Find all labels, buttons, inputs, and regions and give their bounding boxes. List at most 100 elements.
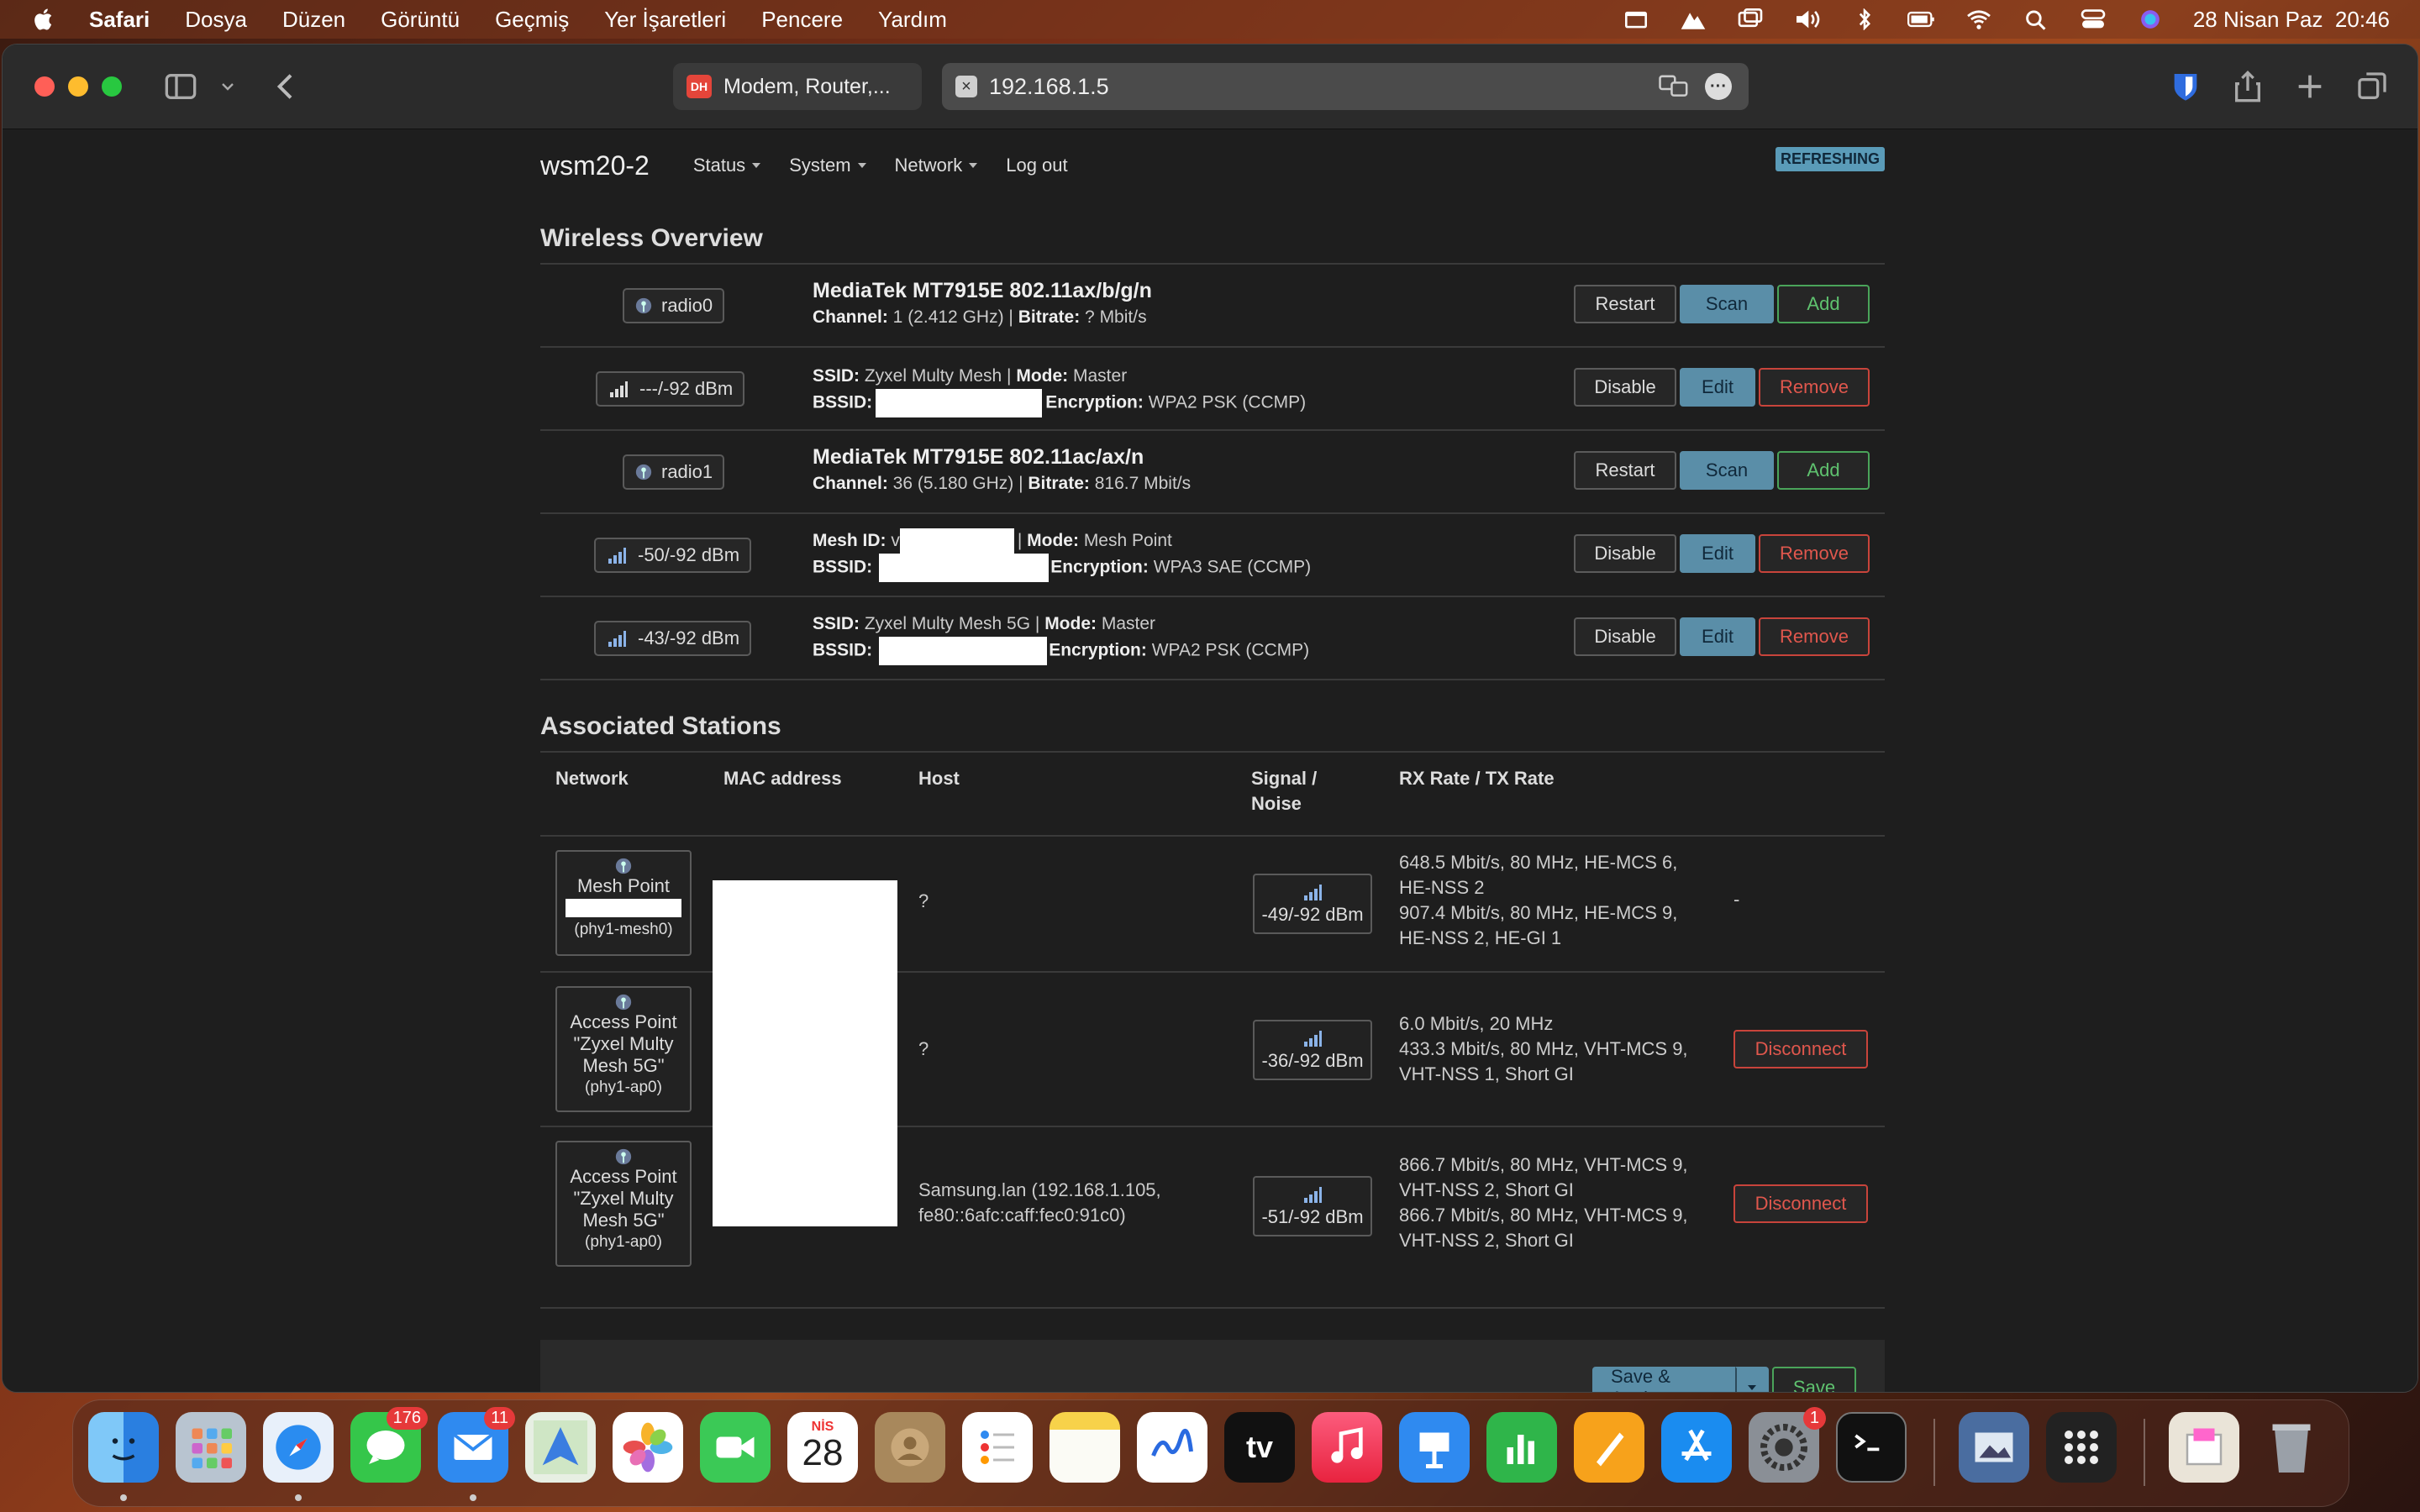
system-settings-icon[interactable]: 1: [1749, 1407, 1826, 1483]
numbers-icon[interactable]: [1486, 1412, 1557, 1483]
menu-help[interactable]: Yardım: [878, 7, 947, 33]
nav-logout[interactable]: Log out: [1006, 155, 1067, 176]
tab-active-address-bar[interactable]: × 192.168.1.5 ···: [942, 63, 1749, 110]
facetime-icon[interactable]: [700, 1412, 771, 1483]
volume-icon[interactable]: [1793, 8, 1822, 30]
translate-icon[interactable]: [1658, 73, 1690, 100]
fullscreen-window-button[interactable]: [102, 76, 122, 97]
remove-button[interactable]: Remove: [1759, 534, 1870, 573]
battery-icon[interactable]: [1907, 8, 1936, 30]
bluetooth-icon[interactable]: [1850, 8, 1879, 31]
wireless-row-radio1: radio1 MediaTek MT7915E 802.11ac/ax/n Ch…: [540, 431, 1885, 514]
edit-button[interactable]: Edit: [1680, 368, 1755, 407]
url-text[interactable]: 192.168.1.5: [989, 74, 1109, 100]
back-button-icon[interactable]: [270, 70, 303, 103]
wifi-icon[interactable]: [1965, 8, 1993, 30]
contacts-icon[interactable]: [875, 1412, 945, 1483]
preview-icon[interactable]: [1959, 1412, 2029, 1483]
signal-bars-icon: [1304, 1187, 1322, 1203]
more-options-icon[interactable]: ···: [1705, 73, 1732, 100]
add-button[interactable]: Add: [1777, 451, 1870, 490]
menu-history[interactable]: Geçmiş: [495, 7, 569, 33]
bitwarden-shield-icon[interactable]: [2169, 70, 2202, 103]
redacted-mesh-name: [566, 899, 681, 917]
signal-bars-icon: [1304, 1031, 1322, 1047]
running-indicator: [120, 1494, 127, 1501]
edit-button[interactable]: Edit: [1680, 534, 1755, 573]
menu-window[interactable]: Pencere: [761, 7, 843, 33]
freeform-icon[interactable]: [1137, 1412, 1207, 1483]
menubar-clock[interactable]: 28 Nisan Paz 20:46: [2193, 7, 2390, 33]
network-iface: (phy1-mesh0): [574, 921, 673, 938]
sidebar-toggle-icon[interactable]: [164, 70, 197, 103]
add-button[interactable]: Add: [1777, 285, 1870, 323]
save-apply-button[interactable]: Save & Apply: [1592, 1366, 1735, 1392]
messages-icon[interactable]: 176: [350, 1407, 428, 1483]
apple-tv-icon[interactable]: tv: [1224, 1412, 1295, 1483]
control-center-icon[interactable]: [2079, 8, 2107, 30]
scan-button[interactable]: Scan: [1680, 285, 1774, 323]
photos-icon[interactable]: [613, 1412, 683, 1483]
device-hostname[interactable]: wsm20-2: [540, 150, 650, 181]
save-apply-dropdown-button[interactable]: [1735, 1367, 1769, 1392]
edit-button[interactable]: Edit: [1680, 617, 1755, 656]
screen-mirroring-icon[interactable]: [1736, 8, 1765, 30]
calendar-icon[interactable]: NİS 28: [787, 1412, 858, 1483]
close-tab-icon[interactable]: ×: [955, 76, 977, 97]
menu-edit[interactable]: Düzen: [282, 7, 345, 33]
mode-label: Mode:: [1027, 531, 1079, 550]
siri-icon[interactable]: [2136, 8, 2165, 30]
launchpad-icon[interactable]: [176, 1412, 246, 1483]
chevron-down-icon[interactable]: [218, 70, 238, 103]
interface-info: Mesh ID: v | Mode: Mesh Point BSSID: Encry…: [813, 528, 1311, 583]
tx-rate: 907.4 Mbit/s, 80 MHz, HE-MCS 9,: [1399, 902, 1678, 923]
safari-icon[interactable]: [263, 1412, 334, 1483]
save-button[interactable]: Save: [1772, 1367, 1856, 1392]
network-iface: (phy1-ap0): [585, 1079, 662, 1096]
apple-logo-icon[interactable]: [32, 7, 57, 32]
mode-label: Mode:: [1044, 614, 1097, 633]
notes-icon[interactable]: [1050, 1412, 1120, 1483]
app-grid-icon[interactable]: [2046, 1412, 2117, 1483]
menu-file[interactable]: Dosya: [185, 7, 247, 33]
menu-view[interactable]: Görüntü: [381, 7, 460, 33]
disable-button[interactable]: Disable: [1574, 368, 1676, 407]
maps-icon[interactable]: [525, 1412, 596, 1483]
station-action-none: -: [1733, 889, 1740, 910]
radio-name: radio1: [661, 461, 713, 482]
remove-button[interactable]: Remove: [1759, 368, 1870, 407]
nav-network[interactable]: Network: [895, 155, 978, 176]
mail-icon[interactable]: 11: [438, 1407, 515, 1483]
terminal-icon[interactable]: [1836, 1412, 1907, 1483]
finder-icon[interactable]: [88, 1412, 159, 1483]
menu-bookmarks[interactable]: Yer İşaretleri: [604, 7, 726, 33]
calendar-status-icon[interactable]: [1622, 8, 1650, 30]
menu-app-name[interactable]: Safari: [89, 7, 150, 33]
trash-icon[interactable]: [2256, 1412, 2327, 1483]
restart-button[interactable]: Restart: [1574, 285, 1676, 323]
new-tab-plus-icon[interactable]: [2293, 70, 2327, 103]
nav-system[interactable]: System: [789, 155, 866, 176]
tab-overview-icon[interactable]: [2355, 70, 2389, 103]
app-store-icon[interactable]: [1661, 1412, 1732, 1483]
nav-status[interactable]: Status: [693, 155, 761, 176]
downloads-stack-icon[interactable]: [2169, 1412, 2239, 1483]
spotlight-search-icon[interactable]: [2022, 8, 2050, 30]
mountain-app-icon[interactable]: [1679, 8, 1707, 30]
pages-icon[interactable]: [1574, 1412, 1644, 1483]
scan-button[interactable]: Scan: [1680, 451, 1774, 490]
minimize-window-button[interactable]: [68, 76, 88, 97]
restart-button[interactable]: Restart: [1574, 451, 1676, 490]
keynote-icon[interactable]: [1399, 1412, 1470, 1483]
remove-button[interactable]: Remove: [1759, 617, 1870, 656]
refreshing-badge[interactable]: REFRESHING: [1775, 147, 1885, 171]
share-icon[interactable]: [2231, 70, 2265, 103]
music-icon[interactable]: [1312, 1412, 1382, 1483]
reminders-icon[interactable]: [962, 1412, 1033, 1483]
disconnect-button[interactable]: Disconnect: [1733, 1030, 1868, 1068]
tab-modem-router[interactable]: DH Modem, Router,...: [673, 63, 922, 110]
close-window-button[interactable]: [34, 76, 55, 97]
disconnect-button[interactable]: Disconnect: [1733, 1184, 1868, 1223]
disable-button[interactable]: Disable: [1574, 534, 1676, 573]
disable-button[interactable]: Disable: [1574, 617, 1676, 656]
